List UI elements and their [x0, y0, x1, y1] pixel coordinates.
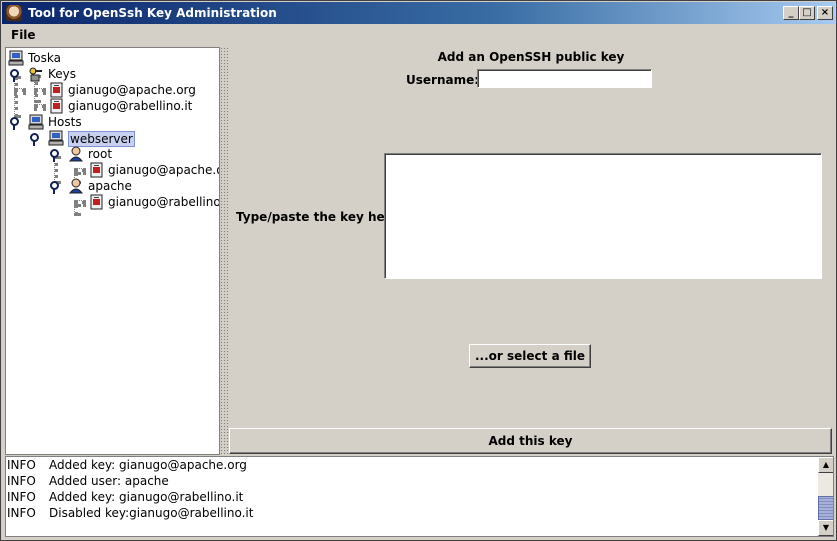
log-level: INFO [7, 506, 36, 520]
tree-label: Hosts [48, 115, 82, 129]
key-certificate-icon [50, 82, 63, 98]
tree-label: gianugo@apache.org [68, 83, 196, 97]
expand-toggle-user[interactable] [50, 181, 59, 194]
tree-label: gianugo@apache.or [108, 163, 220, 177]
title-bar[interactable]: Tool for OpenSsh Key Administration _ □ … [2, 2, 835, 24]
log-message: Added key: gianugo@rabellino.it [49, 490, 244, 504]
expand-toggle-hosts[interactable] [10, 117, 19, 130]
maximize-button[interactable]: □ [799, 6, 815, 20]
minimize-button[interactable]: _ [783, 6, 799, 20]
scroll-up-button[interactable]: ▲ [818, 457, 833, 473]
computer-icon [28, 114, 44, 130]
app-icon [6, 5, 22, 21]
tree-connector [34, 104, 46, 108]
select-file-button[interactable]: ...or select a file [469, 344, 591, 368]
split-pane-divider[interactable] [220, 47, 228, 455]
log-message: Added user: apache [49, 474, 169, 488]
log-panel[interactable]: INFO Added key: gianugo@apache.org INFO … [5, 456, 834, 537]
expand-toggle-webserver[interactable] [30, 133, 39, 146]
app-window: Tool for OpenSsh Key Administration _ □ … [0, 0, 837, 541]
tree-label: Keys [48, 67, 77, 81]
expand-toggle-keys[interactable] [10, 69, 19, 82]
window-title: Tool for OpenSsh Key Administration [28, 6, 277, 20]
log-message: Added key: gianugo@apache.org [49, 458, 247, 472]
log-level: INFO [7, 490, 36, 504]
form-title: Add an OpenSSH public key [437, 50, 625, 64]
menu-file[interactable]: File [11, 28, 36, 42]
key-certificate-icon [50, 98, 63, 114]
key-label: Type/paste the key here: [236, 210, 404, 224]
expand-toggle-user[interactable] [50, 149, 59, 162]
tree-connector [14, 88, 26, 92]
log-level: INFO [7, 474, 36, 488]
tree-label: root [88, 147, 113, 161]
username-label: Username: [406, 73, 480, 87]
user-icon [68, 178, 84, 194]
tree-label: apache [88, 179, 132, 193]
log-level: INFO [7, 458, 36, 472]
scroll-thumb[interactable] [818, 496, 833, 520]
key-certificate-icon [90, 194, 103, 210]
tree-label: gianugo@rabellino.i [108, 195, 220, 209]
tree-connector [34, 88, 46, 92]
add-key-button[interactable]: Add this key [229, 428, 832, 454]
user-icon [68, 146, 84, 162]
computer-icon [8, 50, 24, 66]
log-scrollbar[interactable]: ▲ ▼ [818, 457, 833, 536]
tree-panel[interactable]: Toska Keys gianugo@apache.org gianugo@ra… [5, 47, 220, 455]
keys-icon [29, 67, 42, 82]
key-certificate-icon [90, 162, 103, 178]
log-message: Disabled key:gianugo@rabellino.it [49, 506, 254, 520]
close-button[interactable]: × [817, 6, 833, 20]
tree-label-selected: webserver [68, 131, 135, 147]
key-textarea[interactable] [384, 153, 822, 279]
tree-connector [74, 200, 86, 204]
add-key-form: Add an OpenSSH public key Username: Type… [228, 47, 834, 455]
username-field[interactable] [477, 69, 652, 88]
scroll-down-button[interactable]: ▼ [818, 520, 833, 536]
computer-icon [48, 130, 64, 146]
menu-bar: File [2, 25, 835, 45]
tree-connector [14, 76, 18, 118]
tree-label: gianugo@rabellino.it [68, 99, 193, 113]
tree-label: Toska [28, 51, 61, 65]
tree-connector [74, 204, 78, 216]
tree-connector [74, 168, 86, 172]
